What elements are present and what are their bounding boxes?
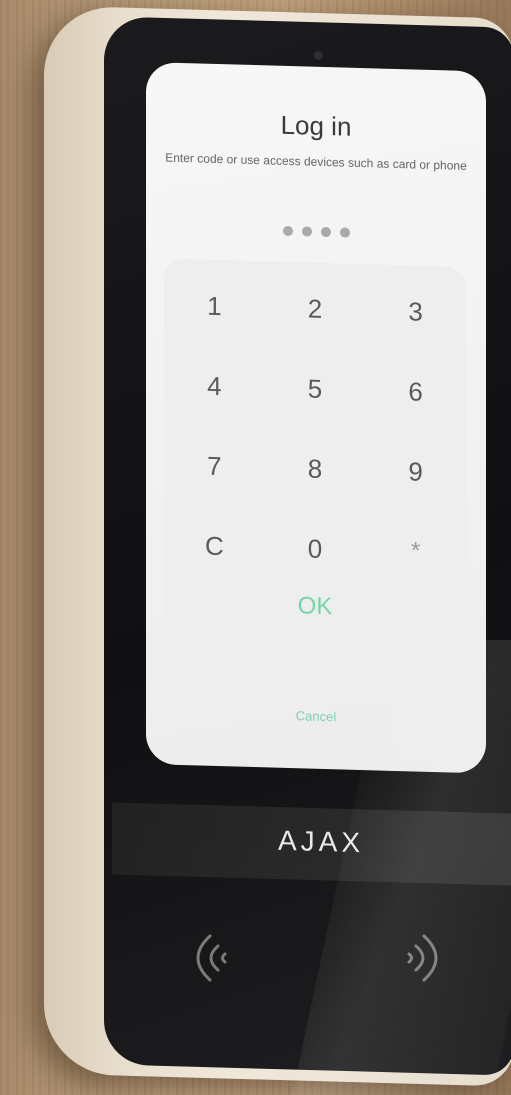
star-key[interactable]: * (365, 510, 466, 593)
key-1[interactable]: 1 (164, 265, 265, 348)
brand-logo: AJAX (277, 824, 365, 859)
key-2[interactable]: 2 (265, 267, 366, 350)
contactless-left-icon (196, 934, 227, 982)
key-7[interactable]: 7 (164, 425, 265, 508)
contactless-right-icon (407, 934, 438, 982)
pin-dot (320, 226, 331, 238)
key-5[interactable]: 5 (265, 347, 366, 430)
key-3[interactable]: 3 (365, 270, 466, 353)
key-9[interactable]: 9 (365, 430, 466, 513)
camera-icon (315, 52, 322, 59)
touch-screen: Log in Enter code or use access devices … (146, 62, 486, 774)
login-instructions: Enter code or use access devices such as… (165, 150, 467, 173)
key-4[interactable]: 4 (164, 345, 265, 428)
ok-button[interactable]: OK (164, 589, 466, 625)
photo-scene: Log in Enter code or use access devices … (0, 0, 511, 1095)
key-8[interactable]: 8 (265, 427, 366, 510)
numeric-keypad: 1 2 3 4 5 6 7 8 9 C 0 * OK (164, 258, 466, 667)
pin-indicator (146, 222, 486, 241)
cancel-button[interactable]: Cancel (146, 704, 486, 728)
pin-dot (301, 226, 312, 237)
key-0[interactable]: 0 (265, 507, 366, 590)
key-6[interactable]: 6 (365, 350, 466, 433)
pin-dot (282, 225, 293, 237)
page-title: Log in (280, 109, 352, 142)
clear-button[interactable]: C (164, 505, 265, 588)
pin-dot (339, 227, 350, 238)
